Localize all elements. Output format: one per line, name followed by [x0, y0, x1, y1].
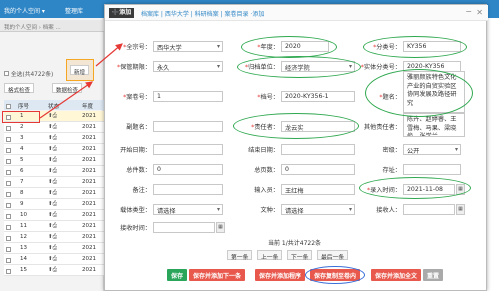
arrow-to-form: [95, 43, 123, 67]
annotation-arrows: [39, 43, 123, 119]
arrow-to-new: [39, 81, 93, 119]
